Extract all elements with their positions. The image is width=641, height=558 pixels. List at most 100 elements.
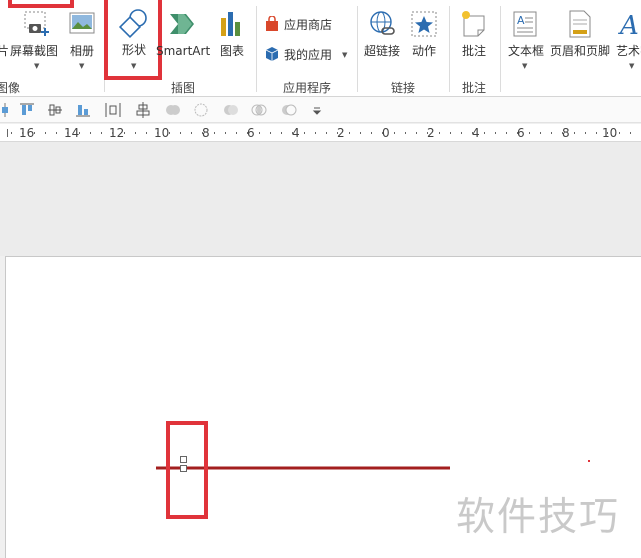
shape-union-icon[interactable] [164, 101, 182, 119]
ruler-minor-tick [484, 132, 485, 134]
chevron-down-icon: ▼ [629, 62, 635, 70]
wordart-label: 艺术字 [616, 44, 641, 58]
screenshot-label: 屏幕截图 [10, 44, 59, 58]
hyperlink-label: 超链接 [364, 44, 401, 58]
ruler-minor-tick [472, 132, 473, 134]
ruler-minor-tick [450, 132, 451, 134]
ruler-minor-tick [157, 132, 158, 134]
header-footer-button[interactable]: 页眉和页脚 [548, 10, 612, 72]
ruler-tick [7, 129, 8, 137]
chart-button[interactable]: 图表 [214, 10, 250, 72]
chevron-down-icon: ▼ [342, 51, 348, 59]
store-label: 应用商店 [284, 18, 333, 32]
ruler-minor-tick [315, 132, 316, 134]
watermark-text: 软件技巧 [456, 495, 621, 540]
ruler-minor-tick [225, 132, 226, 134]
ruler-minor-tick [416, 132, 417, 134]
ruler-minor-tick [349, 132, 350, 134]
ruler-label: 10 [602, 126, 618, 140]
align-edge-icon[interactable] [0, 101, 14, 119]
ruler-minor-tick [11, 132, 12, 134]
ruler-minor-tick [259, 132, 260, 134]
ruler-label: 4 [292, 126, 300, 140]
shape-subtract-icon[interactable] [280, 101, 298, 119]
more-dropdown-icon[interactable] [308, 101, 326, 119]
chart-label: 图表 [220, 44, 245, 58]
ruler-minor-tick [22, 132, 23, 134]
ruler-minor-tick [461, 132, 462, 134]
ruler-minor-tick [191, 132, 192, 134]
ruler-minor-tick [270, 132, 271, 134]
ruler-minor-tick [79, 132, 80, 134]
picture-label: 片 [0, 44, 10, 58]
textbox-label: 文本框 [508, 44, 545, 58]
smartart-button[interactable]: SmartArt [156, 10, 212, 72]
action-star-icon [411, 11, 437, 37]
chevron-down-icon: ▼ [79, 62, 85, 70]
hyperlink-button[interactable]: 超链接 [362, 10, 404, 72]
group-separator [500, 6, 501, 92]
smartart-icon [170, 14, 194, 34]
textbox-button[interactable]: A 文本框 ▼ [506, 10, 546, 72]
ruler-minor-tick [562, 132, 563, 134]
ruler-minor-tick [630, 132, 631, 134]
shape-fragment-icon[interactable] [222, 101, 240, 119]
ruler-minor-tick [169, 132, 170, 134]
chevron-down-icon: ▼ [522, 62, 528, 70]
ruler-minor-tick [517, 132, 518, 134]
shape-intersect-icon[interactable] [250, 101, 268, 119]
ruler-label: 2 [427, 126, 435, 140]
ruler-minor-tick [180, 132, 181, 134]
group-label-apps: 应用程序 [283, 81, 332, 95]
wordart-button[interactable]: A 艺术字 ▼ [612, 10, 641, 72]
ruler-minor-tick [326, 132, 327, 134]
align-top-icon[interactable] [18, 101, 36, 119]
album-button[interactable]: 相册 ▼ [66, 10, 100, 72]
header-footer-icon [569, 10, 591, 38]
store-button[interactable]: 应用商店 [262, 14, 338, 36]
ruler-minor-tick [506, 132, 507, 134]
action-button[interactable]: 动作 [406, 10, 442, 72]
ruler-minor-tick [281, 132, 282, 134]
ruler-minor-tick [551, 132, 552, 134]
hyperlink-globe-icon [370, 11, 395, 35]
ruler-minor-tick [236, 132, 237, 134]
ruler-minor-tick [45, 132, 46, 134]
picture-button[interactable]: 片 [0, 10, 10, 70]
ruler-minor-tick [67, 132, 68, 134]
ruler-label: 0 [382, 126, 390, 140]
ruler-minor-tick [135, 132, 136, 134]
ruler-minor-tick [337, 132, 338, 134]
ruler-label: 8 [202, 126, 210, 140]
my-apps-button[interactable]: 我的应用 ▼ [262, 44, 352, 66]
ruler-minor-tick [34, 132, 35, 134]
shape-combine-icon[interactable] [192, 101, 210, 119]
group-separator [357, 6, 358, 92]
ruler-minor-tick [574, 132, 575, 134]
align-toolbar [0, 97, 641, 123]
group-separator [256, 6, 257, 92]
group-label-illustrations: 插图 [171, 81, 196, 95]
smartart-label: SmartArt [156, 44, 211, 58]
align-middle-icon[interactable] [46, 101, 64, 119]
ruler-minor-tick [596, 132, 597, 134]
screenshot-button[interactable]: 屏幕截图 ▼ [10, 10, 62, 72]
highlight-box-shapes [104, 0, 162, 80]
workspace-background [0, 142, 641, 256]
horizontal-ruler[interactable]: 16 14 12 10 8 6 4 2 0 2 4 6 8 10 [0, 124, 641, 142]
ruler-minor-tick [304, 132, 305, 134]
ruler-minor-tick [371, 132, 372, 134]
distribute-horizontal-icon[interactable] [104, 101, 122, 119]
svg-text:A: A [517, 14, 525, 27]
header-footer-label: 页眉和页脚 [550, 44, 611, 58]
ruler-minor-tick [540, 132, 541, 134]
ruler-minor-tick [146, 132, 147, 134]
comment-button[interactable]: 批注 [456, 10, 492, 72]
ruler-label: 2 [337, 126, 345, 140]
ruler-minor-tick [427, 132, 428, 134]
distribute-vertical-icon[interactable] [134, 101, 152, 119]
ruler-minor-tick [619, 132, 620, 134]
ruler-minor-tick [394, 132, 395, 134]
align-bottom-icon[interactable] [74, 101, 92, 119]
bar-chart-icon [221, 12, 240, 36]
